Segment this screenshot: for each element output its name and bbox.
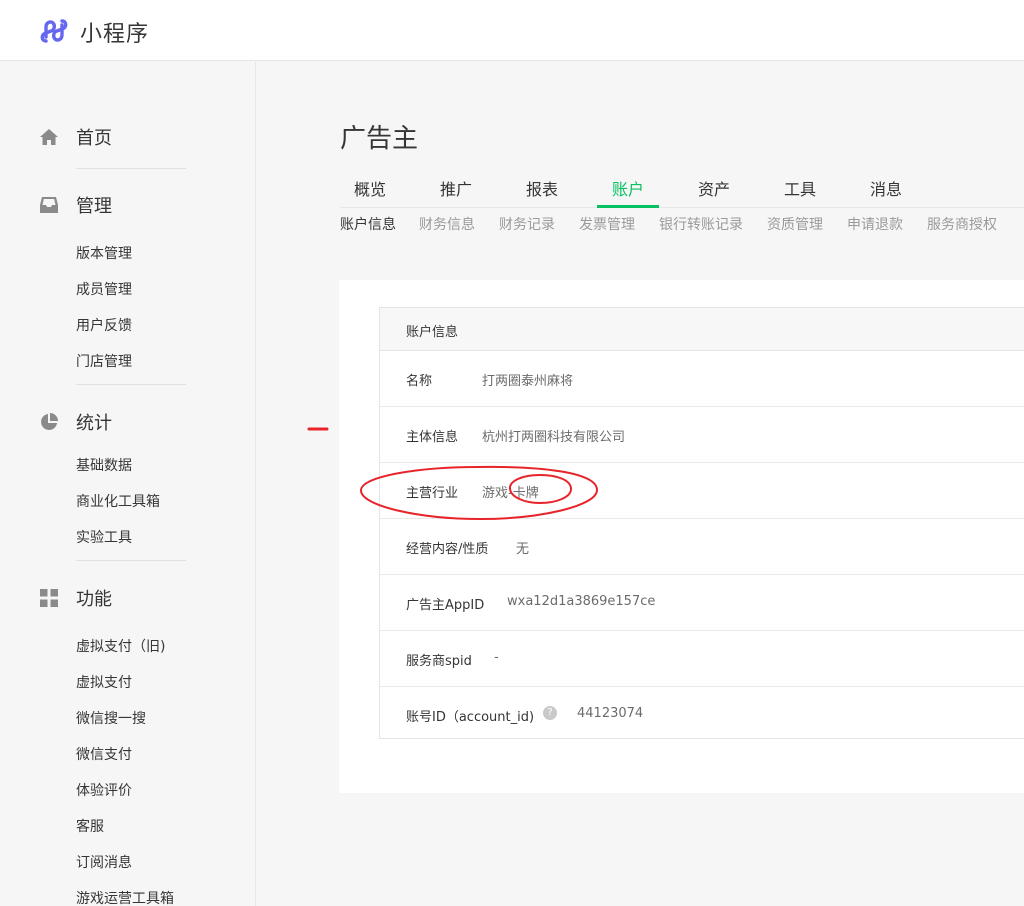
sidebar-item-commercial-toolbox[interactable]: 商业化工具箱: [76, 491, 160, 511]
sidebar-item-basic-data[interactable]: 基础数据: [76, 455, 132, 475]
tab-messages[interactable]: 消息: [870, 176, 902, 200]
divider: [76, 168, 186, 169]
sidebar-item-label: 统计: [76, 413, 112, 434]
subtab-refund-request[interactable]: 申请退款: [847, 214, 903, 234]
sidebar-item-user-feedback[interactable]: 用户反馈: [76, 315, 132, 335]
table-row: 主体信息 杭州打两圈科技有限公司: [380, 407, 1024, 463]
inbox-icon: [38, 194, 60, 216]
table-row: 账号ID（account_id) ? 44123074: [380, 687, 1024, 743]
sidebar-item-features[interactable]: 功能: [38, 585, 112, 611]
sidebar-item-wechat-search[interactable]: 微信搜一搜: [76, 708, 146, 728]
sidebar-item-virtual-pay-old[interactable]: 虚拟支付（旧): [76, 636, 165, 656]
sidebar-item-home[interactable]: 首页: [38, 124, 112, 150]
table-header: 账户信息: [380, 308, 1024, 351]
sidebar-item-label: 首页: [76, 128, 112, 149]
table-row: 经营内容/性质 无: [380, 519, 1024, 575]
app-title[interactable]: 小程序: [80, 16, 149, 48]
sidebar-item-experience-rating[interactable]: 体验评价: [76, 780, 132, 800]
tab-account[interactable]: 账户: [612, 176, 644, 200]
row-label: 服务商spid: [406, 654, 472, 669]
tab-promotion[interactable]: 推广: [440, 176, 472, 200]
subtab-bank-transfer-records[interactable]: 银行转账记录: [659, 214, 743, 234]
subtab-account-info[interactable]: 账户信息: [340, 214, 396, 234]
row-label: 账号ID（account_id): [406, 710, 535, 725]
active-tab-indicator: [597, 205, 659, 208]
row-value: wxa12d1a3869e157ce: [507, 594, 656, 609]
home-icon: [38, 126, 60, 148]
row-value: 44123074: [577, 706, 644, 721]
tab-bar: 概览 推广 报表 账户 资产 工具 消息: [340, 166, 1024, 208]
row-value: 杭州打两圈科技有限公司: [482, 430, 626, 445]
sidebar-item-store-management[interactable]: 门店管理: [76, 351, 132, 371]
tab-assets[interactable]: 资产: [698, 176, 730, 200]
subtab-qualification-management[interactable]: 资质管理: [767, 214, 823, 234]
sidebar-item-game-ops-toolbox[interactable]: 游戏运营工具箱: [76, 888, 174, 906]
help-icon[interactable]: ?: [543, 706, 557, 720]
sidebar-item-customer-service[interactable]: 客服: [76, 816, 104, 836]
sidebar-item-statistics[interactable]: 统计: [38, 409, 112, 435]
divider: [76, 384, 186, 385]
table-row: 服务商spid -: [380, 631, 1024, 687]
sidebar-item-version-management[interactable]: 版本管理: [76, 243, 132, 263]
tab-overview[interactable]: 概览: [354, 176, 386, 200]
subtab-finance-records[interactable]: 财务记录: [499, 214, 555, 234]
sidebar-item-manage[interactable]: 管理: [38, 192, 112, 218]
sidebar-item-wechat-pay[interactable]: 微信支付: [76, 744, 132, 764]
row-value: 打两圈泰州麻将: [482, 374, 574, 389]
account-info-table: 账户信息 名称 打两圈泰州麻将 主体信息 杭州打两圈科技有限公司 主营行业 游戏…: [379, 307, 1024, 739]
table-row: 广告主AppID wxa12d1a3869e157ce: [380, 575, 1024, 631]
tab-reports[interactable]: 报表: [526, 176, 558, 200]
sidebar-item-label: 管理: [76, 196, 112, 217]
pie-chart-icon: [38, 411, 60, 433]
row-label: 广告主AppID: [406, 598, 485, 613]
sidebar-item-virtual-pay[interactable]: 虚拟支付: [76, 672, 132, 692]
page-title: 广告主: [340, 124, 419, 154]
sidebar-item-member-management[interactable]: 成员管理: [76, 279, 132, 299]
top-bar: 小程序: [0, 0, 1024, 61]
table-row: 主营行业 游戏-卡牌: [380, 463, 1024, 519]
sidebar-item-label: 功能: [76, 589, 112, 610]
row-label: 主体信息: [406, 430, 459, 445]
subtab-invoice-management[interactable]: 发票管理: [579, 214, 635, 234]
sidebar-item-subscription-messages[interactable]: 订阅消息: [76, 852, 132, 872]
row-value: 游戏-卡牌: [482, 486, 539, 501]
miniprogram-logo-icon[interactable]: [38, 15, 70, 47]
row-value: 无: [516, 542, 530, 557]
sidebar-item-experiment-tools[interactable]: 实验工具: [76, 527, 132, 547]
divider: [76, 560, 186, 561]
table-header-title: 账户信息: [406, 325, 459, 340]
row-label: 经营内容/性质: [406, 542, 489, 557]
row-value: -: [494, 650, 499, 665]
subtab-provider-authorization[interactable]: 服务商授权: [927, 214, 997, 234]
row-label: 名称: [406, 374, 433, 389]
subtab-finance-info[interactable]: 财务信息: [419, 214, 475, 234]
row-label: 主营行业: [406, 486, 459, 501]
table-row: 名称 打两圈泰州麻将: [380, 351, 1024, 407]
grid-icon: [38, 587, 60, 609]
tab-tools[interactable]: 工具: [784, 176, 816, 200]
sidebar: 首页 管理 版本管理 成员管理 用户反馈 门店管理 统计 基础数据 商业化工具箱…: [0, 62, 256, 906]
